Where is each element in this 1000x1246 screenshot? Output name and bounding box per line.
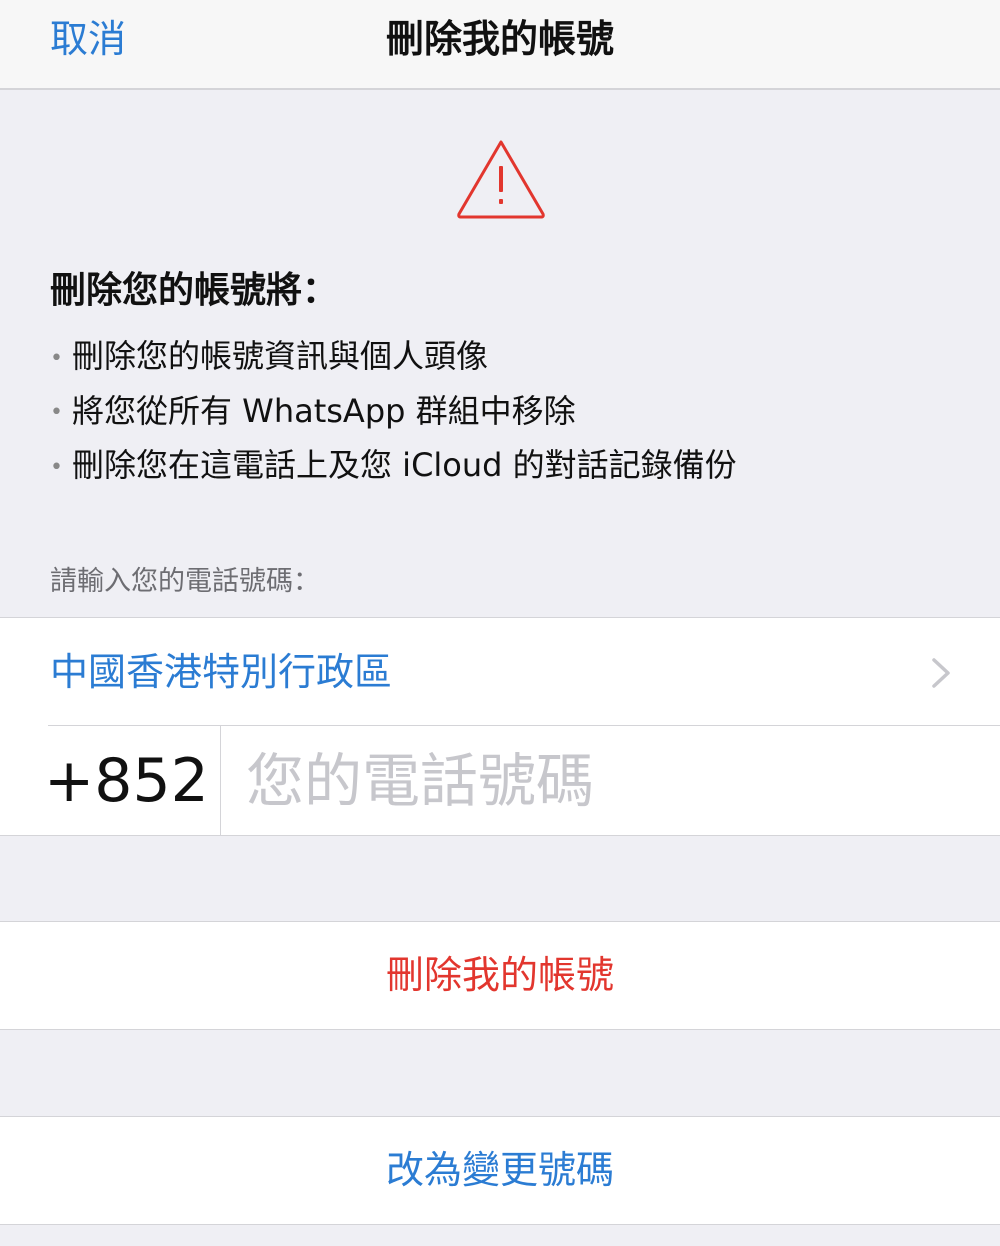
navigation-bar: 取消 刪除我的帳號	[0, 0, 1000, 90]
consequences-list: • 刪除您的帳號資訊與個人頭像 • 將您從所有 WhatsApp 群組中移除 • 刪除…	[50, 330, 737, 494]
country-name: 中國香港特別行政區	[50, 650, 393, 694]
bullet-icon: •	[50, 345, 63, 371]
country-selector[interactable]: 中國香港特別行政區	[0, 617, 1000, 725]
phone-caption: 請輸入您的電話號碼：	[50, 566, 320, 597]
list-item: • 刪除您在這電話上及您 iCloud 的對話記錄備份	[50, 439, 737, 494]
list-item-text: 刪除您在這電話上及您 iCloud 的對話記錄備份	[72, 446, 737, 484]
country-code: +852	[44, 746, 209, 816]
change-number-button[interactable]: 改為變更號碼	[0, 1116, 1000, 1225]
list-item-text: 將您從所有 WhatsApp 群組中移除	[72, 391, 576, 430]
warning-triangle-icon	[457, 140, 545, 219]
divider	[48, 725, 1000, 726]
consequences-heading: 刪除您的帳號將：	[50, 270, 339, 311]
bullet-icon: •	[50, 400, 63, 425]
page-title: 刪除我的帳號	[385, 17, 614, 61]
phone-entry-row: +852	[0, 725, 1000, 836]
list-item: • 刪除您的帳號資訊與個人頭像	[50, 330, 737, 385]
divider	[220, 725, 221, 836]
phone-number-input[interactable]	[246, 743, 966, 819]
bullet-icon: •	[50, 454, 63, 480]
list-item-text: 刪除您的帳號資訊與個人頭像	[72, 337, 489, 375]
list-item: • 將您從所有 WhatsApp 群組中移除	[50, 385, 737, 440]
chevron-right-icon	[932, 658, 950, 688]
delete-account-button[interactable]: 刪除我的帳號	[0, 921, 1000, 1030]
